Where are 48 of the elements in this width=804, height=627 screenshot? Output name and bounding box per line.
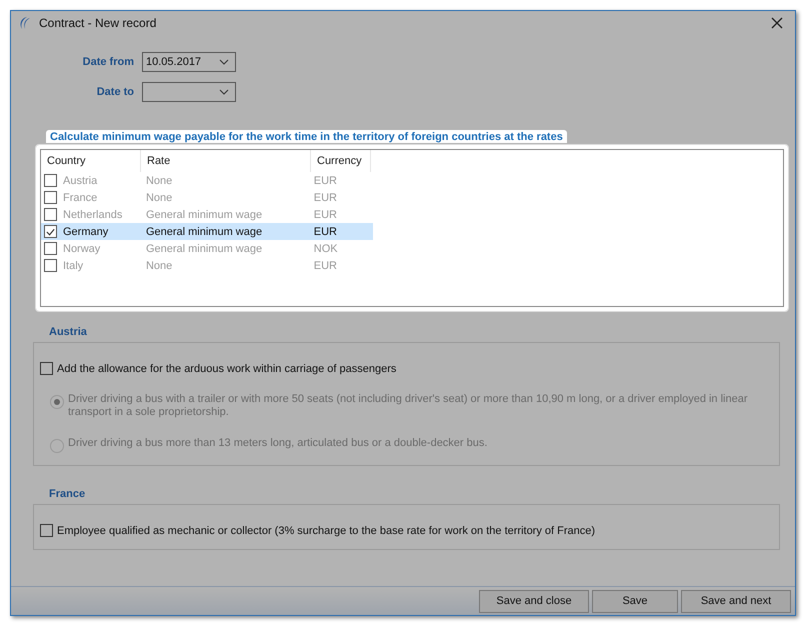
- checkbox-label: Employee qualified as mechanic or collector (3% surcharge to the base rate for work on the territory of France): [57, 524, 596, 536]
- section-title: France: [49, 488, 86, 500]
- group-title: Calculate minimum wage payable for the work time in the territory of foreign countries at the rates: [46, 130, 567, 143]
- checkbox[interactable]: [40, 524, 53, 537]
- checkbox[interactable]: [44, 225, 57, 238]
- caret-icon: [219, 89, 229, 95]
- list-row[interactable]: Germany General minimum wage EUR: [41, 223, 373, 240]
- section-title: Austria: [49, 326, 88, 338]
- table-cell-text: Norway: [63, 242, 102, 254]
- date-from-dropdown[interactable]: 10.05.2017: [142, 52, 236, 72]
- footer-button[interactable]: Save and close: [479, 590, 589, 612]
- date-to-dropdown[interactable]: [142, 82, 236, 102]
- table-cell-text: EUR: [314, 226, 338, 238]
- checkbox[interactable]: [44, 259, 57, 272]
- table-cell-text: EUR: [314, 208, 338, 220]
- table-cell-text: Netherlands: [63, 208, 124, 220]
- field-label: Date from: [82, 56, 134, 68]
- table-cell-text: General minimum wage: [146, 208, 264, 220]
- table-cell-text: EUR: [314, 174, 338, 186]
- footer-button[interactable]: Save and next: [681, 590, 791, 612]
- radio-label: Driver driving a bus with a trailer or with more 50 seats (not including driver's seat) or more than 10,90 m long, or a driver employed in linear transport in a sole proprietorship.: [68, 393, 749, 419]
- table-cell-text: None: [146, 260, 174, 272]
- table-cell-text: None: [146, 174, 174, 186]
- column-header[interactable]: Currency: [311, 150, 371, 172]
- table-cell-text: France: [63, 192, 98, 204]
- table-cell-text: Austria: [63, 174, 98, 186]
- checkbox[interactable]: [44, 208, 57, 221]
- close-icon: [771, 17, 783, 29]
- table-cell-text: EUR: [314, 260, 338, 272]
- column-header[interactable]: Rate: [141, 150, 311, 172]
- table-cell-text: NOK: [314, 242, 339, 254]
- checkbox[interactable]: [44, 191, 57, 204]
- checkbox[interactable]: [44, 174, 57, 187]
- checkbox[interactable]: [40, 362, 53, 375]
- table-cell-text: General minimum wage: [146, 242, 264, 254]
- table-cell-text: Italy: [63, 260, 84, 272]
- table-cell-text: Germany: [63, 226, 110, 238]
- checkbox-label: Add the allowance for the arduous work within carriage of passengers: [57, 362, 396, 374]
- field-label: Date to: [96, 86, 134, 98]
- footer-button[interactable]: Save: [592, 590, 678, 612]
- table-cell-text: General minimum wage: [146, 226, 264, 238]
- window-title: Contract - New record: [39, 16, 158, 30]
- table-cell-text: None: [146, 192, 174, 204]
- column-header[interactable]: Country: [41, 150, 141, 172]
- table-cell-text: EUR: [314, 192, 338, 204]
- radio-label: Driver driving a bus more than 13 meters long, articulated bus or a double-decker bus.: [68, 437, 488, 450]
- caret-icon: [219, 59, 229, 65]
- checkbox[interactable]: [44, 242, 57, 255]
